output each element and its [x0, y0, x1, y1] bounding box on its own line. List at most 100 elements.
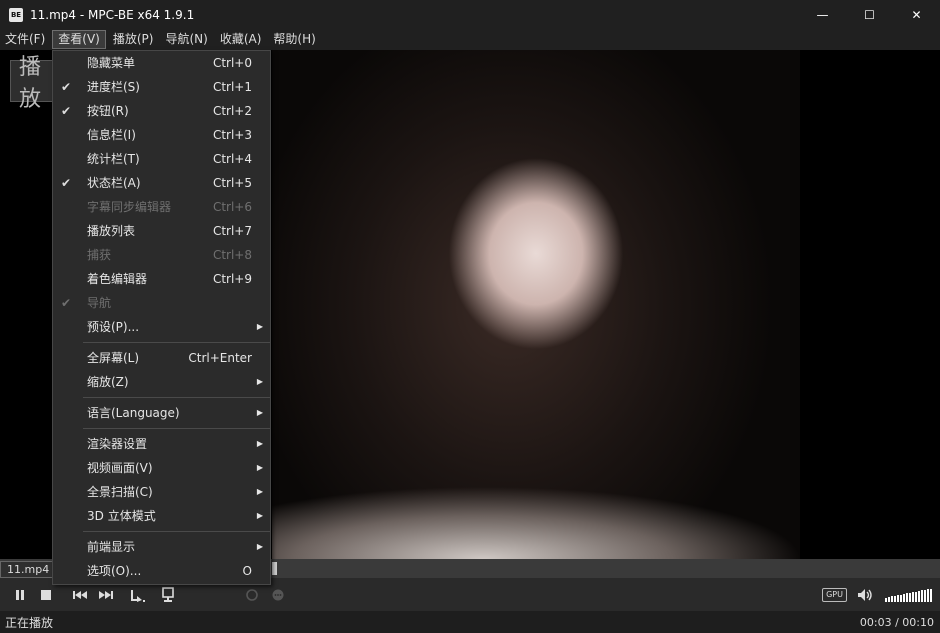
seek-file-label: 11.mp4 — [0, 561, 57, 578]
menu-item-shortcut: Ctrl+2 — [212, 104, 252, 118]
close-button[interactable]: ✕ — [893, 0, 940, 29]
view-menu-item[interactable]: 渲染器设置 ▶ — [53, 432, 270, 456]
view-menu-item: 捕获 Ctrl+8 — [53, 243, 270, 267]
menu-item-shortcut: O — [242, 564, 252, 578]
volume-bar — [915, 591, 917, 602]
submenu-arrow-icon: ▶ — [256, 487, 263, 496]
checkmark-icon: ✔ — [60, 296, 72, 310]
subtitle-icon — [162, 586, 174, 602]
menu-item-label: 预设(P)... — [87, 320, 140, 334]
volume-bar — [927, 589, 929, 602]
frame-step-icon — [131, 589, 145, 602]
playback-status: 正在播放 — [5, 615, 54, 630]
volume-bar — [912, 592, 914, 602]
menu-bar: 文件(F) 查看(V) 播放(P) 导航(N) 收藏(A) 帮助(H) — [0, 29, 940, 50]
volume-slider[interactable] — [885, 588, 932, 602]
view-menu-item[interactable]: 前端显示 ▶ — [53, 535, 270, 559]
menu-item-label: 信息栏(I) — [87, 128, 136, 142]
menu-item-shortcut: Ctrl+1 — [212, 80, 252, 94]
pause-button[interactable] — [7, 582, 33, 608]
view-menu-item[interactable]: 统计栏(T) Ctrl+4 — [53, 147, 270, 171]
stop-button[interactable] — [33, 582, 59, 608]
menu-item-shortcut: Ctrl+0 — [212, 56, 252, 70]
view-menu-item[interactable]: 全屏幕(L) Ctrl+Enter — [53, 346, 270, 370]
view-menu-item[interactable]: 语言(Language) ▶ — [53, 401, 270, 425]
chat-icon — [272, 589, 284, 600]
view-menu-item[interactable]: ✔ 按钮(R) Ctrl+2 — [53, 99, 270, 123]
menu-view[interactable]: 查看(V) — [52, 30, 106, 49]
view-menu-item[interactable]: ✔ 状态栏(A) Ctrl+5 — [53, 171, 270, 195]
volume-bar — [885, 597, 887, 602]
osd-message: 播放 — [10, 55, 56, 112]
video-frame-detail — [272, 469, 800, 559]
volume-bar — [924, 589, 926, 602]
view-menu-item[interactable]: 3D 立体模式 ▶ — [53, 504, 270, 528]
speaker-icon[interactable] — [857, 588, 875, 602]
volume-bar — [897, 595, 899, 602]
skip-forward-icon — [99, 590, 113, 599]
menu-item-label: 捕获 — [87, 248, 112, 262]
view-menu-item[interactable]: 隐藏菜单 Ctrl+0 — [53, 51, 270, 75]
volume-bar — [930, 588, 932, 602]
submenu-arrow-icon: ▶ — [256, 377, 263, 386]
skip-back-icon — [73, 590, 87, 599]
view-menu-item[interactable]: 预设(P)... ▶ — [53, 315, 270, 339]
menu-help[interactable]: 帮助(H) — [268, 30, 320, 49]
checkmark-icon: ✔ — [60, 104, 72, 118]
view-menu-item[interactable]: 着色编辑器 Ctrl+9 — [53, 267, 270, 291]
next-button[interactable] — [93, 582, 119, 608]
menu-item-shortcut: Ctrl+6 — [212, 200, 252, 214]
menu-separator — [83, 397, 270, 398]
view-menu-item[interactable]: ✔ 进度栏(S) Ctrl+1 — [53, 75, 270, 99]
menu-item-label: 选项(O)... — [87, 564, 142, 578]
menu-item-shortcut: Ctrl+9 — [212, 272, 252, 286]
checkmark-icon: ✔ — [60, 176, 72, 190]
menu-item-shortcut: Ctrl+7 — [212, 224, 252, 238]
menu-item-shortcut: Ctrl+5 — [212, 176, 252, 190]
subtitle-button[interactable] — [155, 582, 181, 608]
volume-bar — [906, 593, 908, 602]
pause-icon — [16, 589, 24, 600]
menu-item-label: 缩放(Z) — [87, 375, 129, 389]
time-display: 00:03 / 00:10 — [859, 615, 934, 629]
view-menu-item[interactable]: 信息栏(I) Ctrl+3 — [53, 123, 270, 147]
volume-bar — [891, 596, 893, 602]
app-icon[interactable]: BE — [9, 7, 23, 22]
menu-separator — [83, 342, 270, 343]
chat-button[interactable] — [265, 582, 291, 608]
volume-bar — [900, 594, 902, 602]
window-title: 11.mp4 - MPC-BE x64 1.9.1 — [30, 7, 195, 22]
view-menu-item[interactable]: 播放列表 Ctrl+7 — [53, 219, 270, 243]
search-button[interactable] — [239, 582, 265, 608]
menu-item-label: 进度栏(S) — [87, 80, 140, 94]
menu-item-label: 渲染器设置 — [87, 437, 148, 451]
menu-item-label: 统计栏(T) — [87, 152, 140, 166]
menu-item-label: 按钮(R) — [87, 104, 129, 118]
frame-step-button[interactable] — [125, 582, 151, 608]
submenu-arrow-icon: ▶ — [256, 511, 263, 520]
previous-button[interactable] — [67, 582, 93, 608]
status-bar: 正在播放 00:03 / 00:10 — [0, 611, 940, 633]
menu-item-label: 3D 立体模式 — [87, 509, 156, 523]
search-icon — [246, 588, 258, 601]
menu-separator — [83, 428, 270, 429]
view-menu-item[interactable]: 视频画面(V) ▶ — [53, 456, 270, 480]
view-menu-item[interactable]: 全景扫描(C) ▶ — [53, 480, 270, 504]
video-frame — [272, 50, 800, 559]
minimize-button[interactable]: — — [799, 0, 846, 29]
menu-item-label: 全景扫描(C) — [87, 485, 153, 499]
maximize-button[interactable]: ☐ — [846, 0, 893, 29]
volume-bar — [909, 592, 911, 602]
view-menu-item[interactable]: 缩放(Z) ▶ — [53, 370, 270, 394]
gpu-badge[interactable]: GPU — [822, 587, 847, 602]
menu-favorites[interactable]: 收藏(A) — [215, 30, 267, 49]
menu-play[interactable]: 播放(P) — [108, 30, 159, 49]
view-menu-item: 字幕同步编辑器 Ctrl+6 — [53, 195, 270, 219]
menu-file[interactable]: 文件(F) — [0, 30, 50, 49]
volume-bar — [918, 590, 920, 602]
view-menu-item[interactable]: 选项(O)... O — [53, 559, 270, 583]
menu-item-label: 视频画面(V) — [87, 461, 153, 475]
seek-handle[interactable] — [272, 562, 277, 575]
view-menu-dropdown: 隐藏菜单 Ctrl+0 ✔ 进度栏(S) Ctrl+1 ✔ 按钮(R) Ctrl+2 信息栏(I… — [52, 50, 271, 585]
menu-navigate[interactable]: 导航(N) — [160, 30, 212, 49]
